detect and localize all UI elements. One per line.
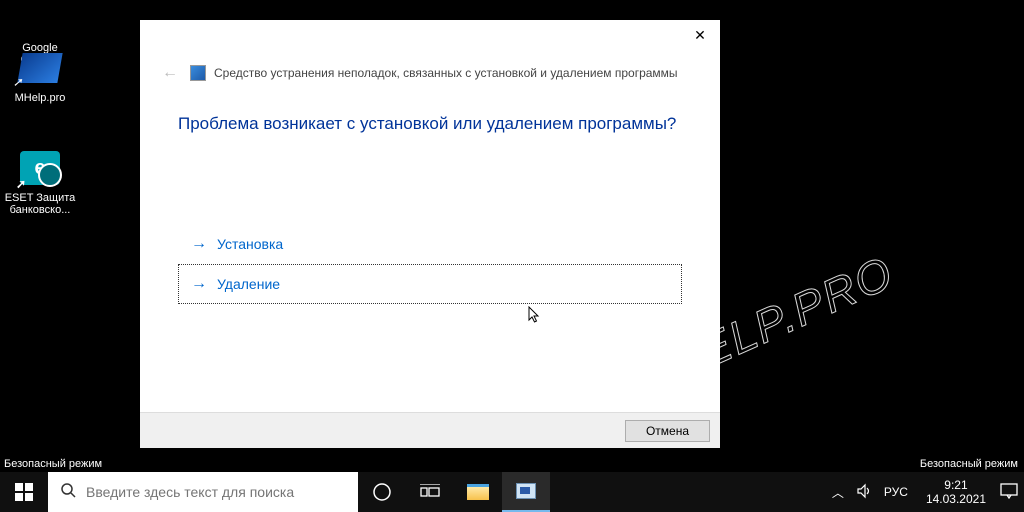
option-label: Удаление xyxy=(217,276,280,292)
option-list: → Установка → Удаление xyxy=(178,224,682,304)
dialog-titlebar[interactable]: ✕ xyxy=(140,20,720,60)
desktop-icon-eset[interactable]: e ESET Защита банковско... xyxy=(2,148,78,216)
troubleshooter-dialog: ✕ ← Средство устранения неполадок, связа… xyxy=(140,20,720,448)
windows-logo-icon xyxy=(15,483,33,501)
taskbar: ︿ РУС 9:21 14.03.2021 xyxy=(0,472,1024,512)
taskbar-time: 9:21 xyxy=(926,478,986,492)
arrow-right-icon: → xyxy=(191,275,207,293)
dialog-title: Средство устранения неполадок, связанных… xyxy=(214,66,678,80)
chrome-icon xyxy=(20,0,60,38)
start-button[interactable] xyxy=(0,472,48,512)
option-install[interactable]: → Установка xyxy=(178,224,682,264)
taskbar-item-file-explorer[interactable] xyxy=(454,472,502,512)
desktop-icon-mhelp[interactable]: MHelp.pro xyxy=(2,48,78,104)
dialog-header: ← Средство устранения неполадок, связанн… xyxy=(140,60,720,96)
dialog-footer: Отмена xyxy=(140,412,720,448)
action-center-button[interactable] xyxy=(1000,483,1018,502)
option-label: Установка xyxy=(217,236,283,252)
volume-icon xyxy=(856,483,872,499)
option-uninstall[interactable]: → Удаление xyxy=(178,264,682,304)
dialog-question: Проблема возникает с установкой или удал… xyxy=(178,114,682,134)
file-explorer-icon xyxy=(467,484,489,500)
close-button[interactable]: ✕ xyxy=(680,20,720,50)
mhelp-icon xyxy=(20,48,60,88)
language-indicator[interactable]: РУС xyxy=(880,485,912,499)
system-tray: ︿ РУС 9:21 14.03.2021 xyxy=(822,472,1024,512)
desktop-icon-label: MHelp.pro xyxy=(2,92,78,104)
desktop-icon-label: ESET Защита банковско... xyxy=(2,192,78,216)
taskbar-search[interactable] xyxy=(48,472,358,512)
arrow-right-icon: → xyxy=(191,235,207,253)
troubleshooter-icon xyxy=(516,483,536,499)
task-view-button[interactable] xyxy=(406,472,454,512)
eset-icon: e xyxy=(20,148,60,188)
back-arrow-icon[interactable]: ← xyxy=(158,60,182,86)
taskbar-date: 14.03.2021 xyxy=(926,492,986,506)
volume-button[interactable] xyxy=(856,483,872,502)
action-center-icon xyxy=(1000,483,1018,499)
cancel-button[interactable]: Отмена xyxy=(625,420,710,442)
desktop: Google Chrome MHelp.pro e ESET Защита ба… xyxy=(0,0,1024,512)
taskbar-clock[interactable]: 9:21 14.03.2021 xyxy=(920,478,992,507)
taskbar-spacer xyxy=(550,472,822,512)
chevron-up-icon: ︿ xyxy=(832,486,844,500)
taskbar-item-troubleshooter[interactable] xyxy=(502,472,550,512)
task-view-icon xyxy=(420,484,440,500)
troubleshooter-app-icon xyxy=(190,65,206,81)
search-input[interactable] xyxy=(86,484,346,500)
close-icon: ✕ xyxy=(694,27,706,44)
cortana-icon xyxy=(372,482,392,502)
search-icon xyxy=(60,482,76,503)
tray-overflow-button[interactable]: ︿ xyxy=(828,484,848,501)
safe-mode-label-bl: Безопасный режим xyxy=(4,458,102,470)
cortana-button[interactable] xyxy=(358,472,406,512)
safe-mode-label-br: Безопасный режим xyxy=(920,458,1018,470)
